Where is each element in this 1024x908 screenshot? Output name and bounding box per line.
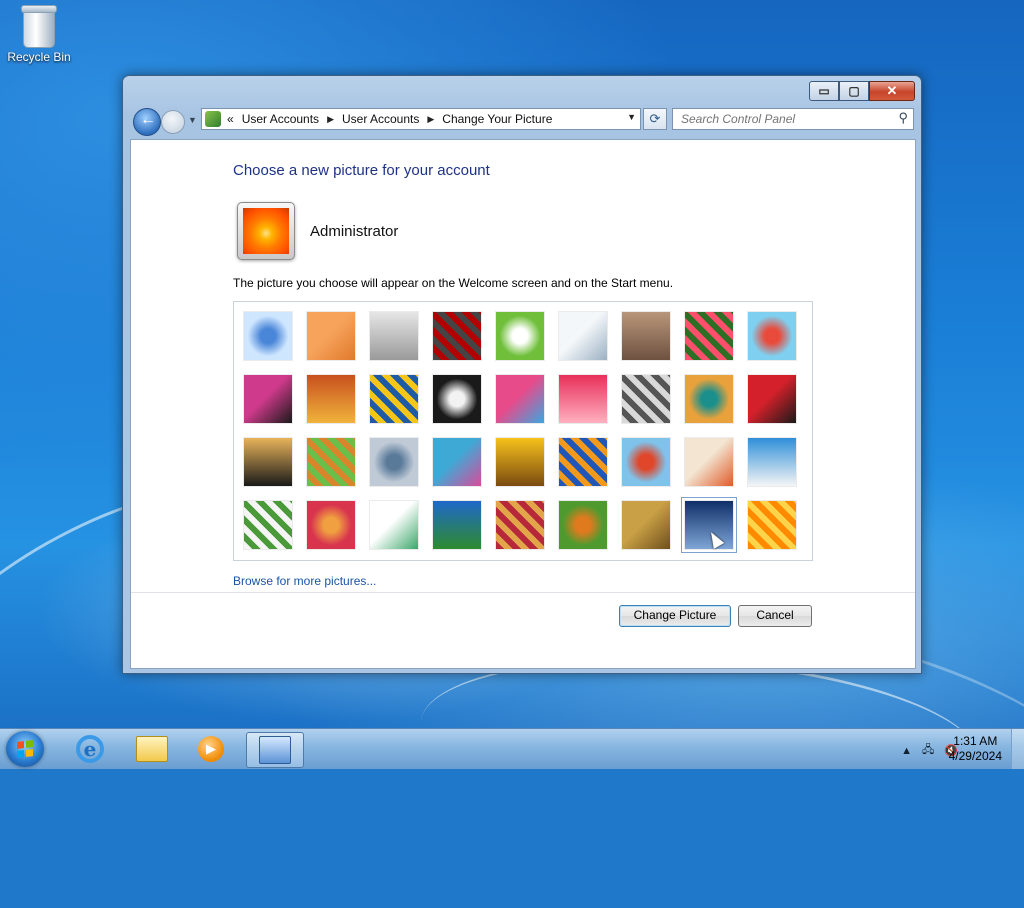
picture-tile-starfish[interactable] xyxy=(307,312,355,360)
breadcrumb-item[interactable]: Change Your Picture xyxy=(442,112,552,126)
picture-tile-record-player[interactable] xyxy=(433,312,481,360)
picture-tile-pinwheel[interactable] xyxy=(748,312,796,360)
picture-tile-roller-coaster[interactable] xyxy=(244,312,292,360)
picture-tile-ball[interactable] xyxy=(244,375,292,423)
picture-tile-stairs[interactable] xyxy=(685,375,733,423)
page-title: Choose a new picture for your account xyxy=(233,162,490,179)
media-player-icon: ▶ xyxy=(198,736,224,762)
search-box[interactable]: ⚲ xyxy=(672,108,914,130)
picture-tile-fabric[interactable] xyxy=(307,375,355,423)
back-arrow-icon: ← xyxy=(140,111,156,128)
clock[interactable]: 1:31 AM 4/29/2024 xyxy=(949,734,1002,764)
picture-tile-robot[interactable] xyxy=(370,312,418,360)
picture-tile-marbles[interactable] xyxy=(370,501,418,549)
picture-tile-sailboat[interactable] xyxy=(748,438,796,486)
minimize-button[interactable]: ▭ xyxy=(809,81,839,101)
maximize-button[interactable]: ▢ xyxy=(839,81,869,101)
picture-tile-guitar[interactable] xyxy=(244,438,292,486)
picture-tile-lucky-cat[interactable] xyxy=(496,312,544,360)
search-input[interactable] xyxy=(679,109,893,129)
change-picture-button[interactable]: Change Picture xyxy=(619,605,731,627)
network-icon[interactable]: 🖧 xyxy=(922,741,934,760)
breadcrumb-item[interactable]: User Accounts xyxy=(342,112,419,126)
control-panel-window: ▭ ▢ ✕ ← ▼ « User Accounts ▶ User Account… xyxy=(122,75,922,674)
picture-tile-toy-robot[interactable] xyxy=(370,438,418,486)
start-button[interactable] xyxy=(6,731,44,767)
taskbar-internet-explorer[interactable]: e xyxy=(62,732,118,766)
info-text: The picture you choose will appear on th… xyxy=(233,276,674,290)
picture-tile-kitten[interactable] xyxy=(622,312,670,360)
picture-tile-jacks[interactable] xyxy=(622,375,670,423)
picture-grid xyxy=(244,312,796,553)
cancel-button[interactable]: Cancel xyxy=(738,605,812,627)
picture-tile-soccer-ball[interactable] xyxy=(244,501,292,549)
mouse-pointer-icon xyxy=(705,529,725,549)
breadcrumb-item[interactable]: User Accounts xyxy=(242,112,319,126)
taskbar-windows-explorer[interactable] xyxy=(124,732,180,766)
windows-logo-icon xyxy=(17,740,33,758)
picture-tile-lighthouse[interactable] xyxy=(681,497,737,553)
picture-tile-dog[interactable] xyxy=(433,375,481,423)
picture-tile-crayons[interactable] xyxy=(496,375,544,423)
show-desktop-button[interactable] xyxy=(1011,729,1024,769)
picture-tile-sunflower[interactable] xyxy=(496,438,544,486)
minimize-icon: ▭ xyxy=(818,84,830,98)
picture-tile-flower[interactable] xyxy=(685,312,733,360)
control-panel-icon xyxy=(259,736,291,764)
avatar xyxy=(243,208,289,254)
show-hidden-icons-button[interactable]: ▲ xyxy=(901,745,912,757)
picture-tile-star-lantern[interactable] xyxy=(559,375,607,423)
breadcrumb-overflow[interactable]: « xyxy=(227,112,234,126)
browse-pictures-link[interactable]: Browse for more pictures... xyxy=(233,574,376,588)
breadcrumb-separator-icon[interactable]: ▶ xyxy=(327,114,334,125)
search-icon[interactable]: ⚲ xyxy=(898,110,908,126)
current-picture xyxy=(237,202,295,260)
picture-tile-window-frame[interactable] xyxy=(433,501,481,549)
recycle-bin-shortcut[interactable]: Recycle Bin xyxy=(4,5,74,64)
back-button[interactable]: ← xyxy=(133,108,161,136)
account-name: Administrator xyxy=(310,223,399,240)
navigation-bar: ← ▼ « User Accounts ▶ User Accounts ▶ Ch… xyxy=(131,106,915,136)
content-pane: Choose a new picture for your account Ad… xyxy=(130,139,916,669)
picture-tile-textile[interactable] xyxy=(307,501,355,549)
close-icon: ✕ xyxy=(886,83,898,98)
recycle-bin-icon xyxy=(21,5,57,48)
recent-pages-dropdown[interactable]: ▼ xyxy=(188,115,197,125)
picture-tile-puppy[interactable] xyxy=(307,438,355,486)
maximize-icon: ▢ xyxy=(848,84,860,98)
refresh-button[interactable]: ⟳ xyxy=(643,108,667,130)
picture-tile-doll[interactable] xyxy=(685,438,733,486)
picture-tile-leaf[interactable] xyxy=(370,375,418,423)
folder-icon xyxy=(136,736,168,762)
forward-button[interactable] xyxy=(161,110,185,134)
taskbar-media-player[interactable]: ▶ xyxy=(183,732,239,766)
caption-buttons: ▭ ▢ ✕ xyxy=(809,81,915,101)
address-bar[interactable]: « User Accounts ▶ User Accounts ▶ Change… xyxy=(201,108,641,130)
picture-tile-scarves[interactable] xyxy=(433,438,481,486)
clock-date: 4/29/2024 xyxy=(948,749,1002,763)
picture-gallery xyxy=(233,301,813,561)
picture-tile-fish[interactable] xyxy=(559,438,607,486)
breadcrumb-separator-icon[interactable]: ▶ xyxy=(427,114,434,125)
picture-tile-butterfly[interactable] xyxy=(559,501,607,549)
address-dropdown-icon[interactable]: ▼ xyxy=(627,112,636,122)
picture-tile-gyroscope[interactable] xyxy=(559,312,607,360)
picture-tile-pattern[interactable] xyxy=(496,501,544,549)
internet-explorer-icon: e xyxy=(76,735,104,763)
picture-tile-weave[interactable] xyxy=(622,501,670,549)
user-accounts-icon xyxy=(205,111,221,127)
picture-tile-balloon[interactable] xyxy=(622,438,670,486)
clock-time: 1:31 AM xyxy=(953,734,998,748)
recycle-bin-label: Recycle Bin xyxy=(7,50,71,64)
picture-tile-orange-flower[interactable] xyxy=(748,501,796,549)
taskbar: e ▶ ▲ 🖧 🔇 1:31 AM 4/29/2024 xyxy=(0,728,1024,769)
picture-tile-paper-crane[interactable] xyxy=(748,375,796,423)
close-button[interactable]: ✕ xyxy=(869,81,915,101)
taskbar-control-panel[interactable] xyxy=(246,732,304,768)
